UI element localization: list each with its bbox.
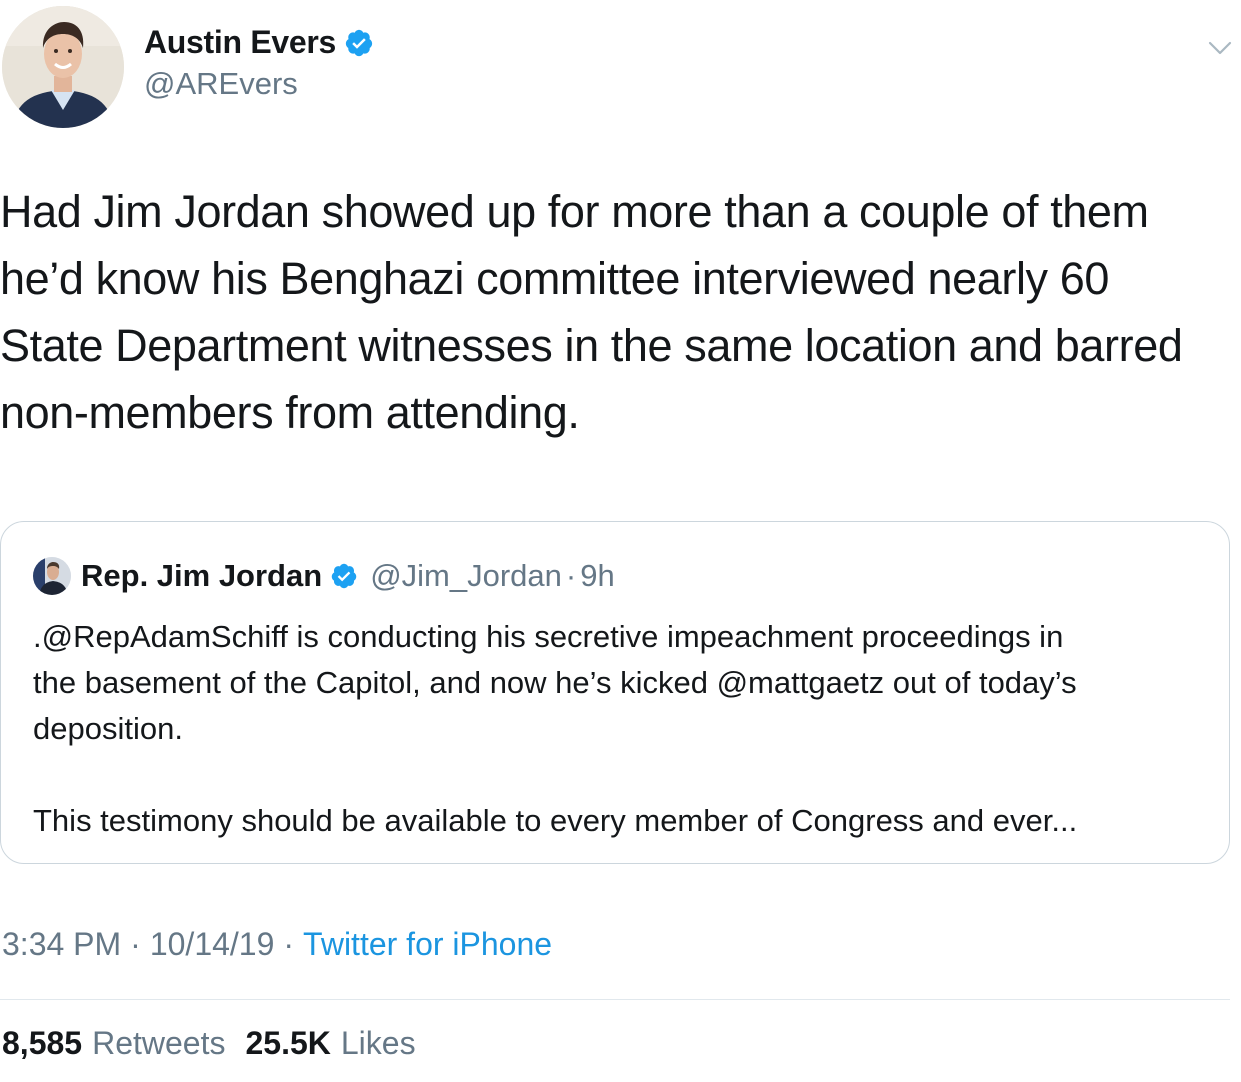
tweet-meta: 3:34 PM · 10/14/19 · Twitter for iPhone	[2, 926, 552, 963]
author-avatar[interactable]	[2, 6, 124, 128]
divider	[0, 999, 1230, 1000]
tweet-stats: 8,585 Retweets 25.5K Likes	[2, 1025, 416, 1062]
quoted-separator: ·	[565, 558, 577, 593]
meta-separator: ·	[130, 926, 141, 962]
quoted-timestamp[interactable]: 9h	[580, 558, 614, 594]
quoted-author-avatar[interactable]	[33, 557, 71, 595]
quoted-author-handle[interactable]: @Jim_Jordan	[370, 558, 562, 594]
chevron-down-icon[interactable]	[1206, 36, 1234, 60]
retweets-count: 8,585	[2, 1025, 83, 1061]
retweets-label: Retweets	[92, 1025, 226, 1061]
author-name-row[interactable]: Austin Evers	[144, 24, 374, 61]
meta-separator: ·	[283, 926, 295, 962]
quoted-tweet-text: .@RepAdamSchiff is conducting his secret…	[33, 619, 1078, 838]
likes-label: Likes	[340, 1025, 416, 1061]
author-handle[interactable]: @AREvers	[144, 66, 298, 102]
quoted-tweet-card[interactable]: Rep. Jim Jordan @Jim_Jordan · 9h .@RepAd…	[0, 521, 1230, 864]
tweet-time[interactable]: 3:34 PM	[2, 926, 121, 963]
retweets-stat[interactable]: 8,585 Retweets	[2, 1025, 225, 1062]
tweet-source-link[interactable]: Twitter for iPhone	[303, 926, 552, 963]
verified-badge-icon	[344, 28, 374, 58]
tweet-text: Had Jim Jordan showed up for more than a…	[0, 186, 1183, 438]
quoted-author-name[interactable]: Rep. Jim Jordan	[81, 558, 322, 594]
author-name[interactable]: Austin Evers	[144, 24, 336, 61]
likes-count: 25.5K	[245, 1025, 331, 1061]
tweet-date[interactable]: 10/14/19	[150, 926, 275, 963]
quoted-tweet-header: Rep. Jim Jordan @Jim_Jordan · 9h	[33, 556, 615, 596]
tweet-detail: Austin Evers @AREvers Had Jim Jordan sho…	[0, 0, 1241, 1082]
likes-stat[interactable]: 25.5K Likes	[245, 1025, 415, 1062]
verified-badge-icon	[330, 562, 358, 590]
